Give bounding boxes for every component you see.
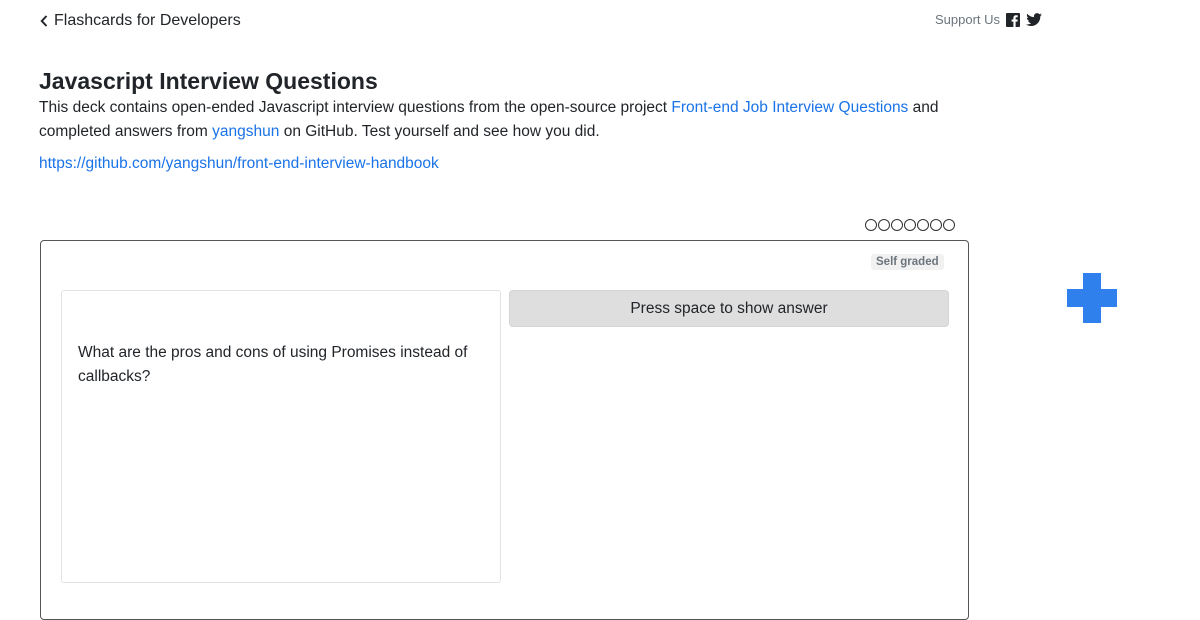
progress-dot (943, 219, 955, 231)
show-answer-button[interactable]: Press space to show answer (509, 290, 949, 327)
yangshun-link[interactable]: yangshun (212, 123, 279, 140)
progress-dot (917, 219, 929, 231)
top-bar: Flashcards for Developers Support Us (0, 0, 1200, 44)
interview-questions-link[interactable]: Front-end Job Interview Questions (671, 99, 908, 116)
plus-icon[interactable] (1067, 273, 1117, 323)
repo-link[interactable]: https://github.com/yangshun/front-end-in… (39, 152, 439, 176)
deck-title: Javascript Interview Questions (39, 68, 378, 94)
self-graded-badge: Self graded (871, 254, 944, 270)
flashcard: Self graded What are the pros and cons o… (40, 240, 969, 620)
back-link[interactable]: Flashcards for Developers (40, 12, 241, 30)
facebook-icon[interactable] (1006, 12, 1021, 27)
progress-dot (865, 219, 877, 231)
support-links: Support Us (935, 12, 1043, 27)
question-text: What are the pros and cons of using Prom… (78, 344, 468, 385)
question-panel: What are the pros and cons of using Prom… (61, 290, 501, 583)
progress-dots (865, 219, 955, 231)
desc-text-3: on GitHub. Test yourself and see how you… (279, 123, 600, 140)
deck-description: This deck contains open-ended Javascript… (39, 96, 939, 144)
progress-dot (904, 219, 916, 231)
support-label: Support Us (935, 12, 1001, 27)
progress-dot (891, 219, 903, 231)
progress-dot (878, 219, 890, 231)
chevron-left-icon (40, 15, 48, 27)
back-link-label: Flashcards for Developers (54, 12, 241, 29)
deck-header: Javascript Interview Questions This deck… (39, 66, 939, 176)
desc-text-1: This deck contains open-ended Javascript… (39, 99, 672, 116)
twitter-icon[interactable] (1026, 12, 1043, 27)
progress-dot (930, 219, 942, 231)
